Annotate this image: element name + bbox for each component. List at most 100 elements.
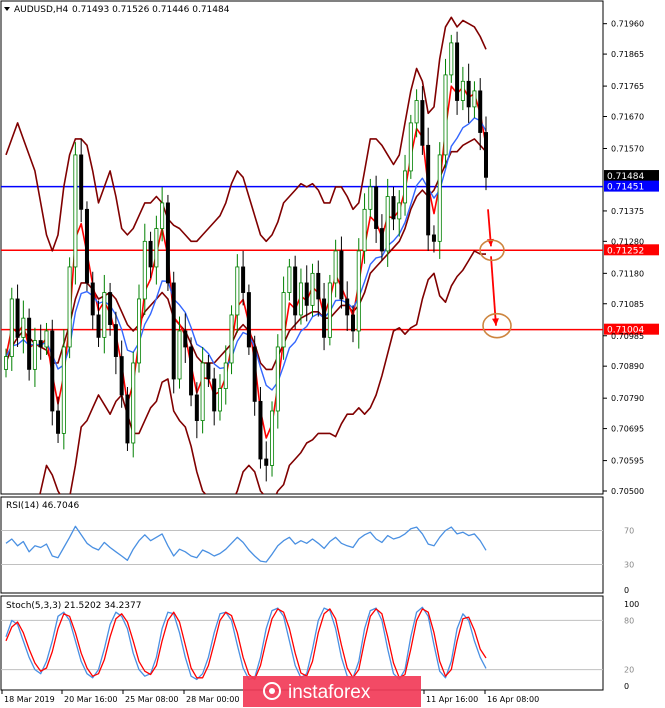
stochastic-tick-label: 80 xyxy=(624,616,634,625)
candle-body xyxy=(379,228,384,252)
candle-body xyxy=(264,458,269,466)
candle-body xyxy=(56,410,61,434)
candle-body xyxy=(374,186,379,229)
chart-header: AUDUSD,H4 0.71493 0.71526 0.71446 0.7148… xyxy=(4,5,230,15)
candle-body xyxy=(125,394,130,444)
candle-body xyxy=(50,330,55,412)
stochastic-label: Stoch(5,3,3) 21.5202 34.2377 xyxy=(6,601,141,611)
candle-body xyxy=(200,362,205,421)
time-tick-label: 25 Mar 08:00 xyxy=(125,695,178,704)
candle-body xyxy=(368,186,373,210)
rsi-axis: 70 30 0 xyxy=(624,527,634,596)
price-tick-label: 0.71960 xyxy=(611,20,644,29)
candle-body xyxy=(385,196,390,252)
candle-body xyxy=(113,324,118,357)
time-tick-label: 18 Mar 2019 xyxy=(4,695,55,704)
candle-body xyxy=(362,208,367,252)
candle-body xyxy=(32,340,37,370)
candle-body xyxy=(483,132,488,178)
price-tick-label: 0.70790 xyxy=(611,394,644,403)
candle-body xyxy=(131,362,136,444)
candle-body xyxy=(206,362,211,380)
price-tick-label: 0.71765 xyxy=(611,82,644,91)
rsi-label: RSI(14) 46.7046 xyxy=(6,501,79,511)
candle-body xyxy=(177,330,182,380)
rsi-tick-label: 0 xyxy=(624,586,629,595)
stochastic-axis: 100 80 20 0 xyxy=(624,600,639,691)
candle-body xyxy=(160,202,165,229)
candle-body xyxy=(281,292,286,348)
candle-body xyxy=(298,282,303,316)
candle-body xyxy=(108,292,113,325)
price-tag-label: 0.71252 xyxy=(607,246,644,256)
candle-body xyxy=(414,100,419,124)
candle-body xyxy=(189,346,194,396)
candle-body xyxy=(9,298,14,357)
candle-body xyxy=(431,234,436,242)
candle-body xyxy=(333,250,338,284)
candle-body xyxy=(455,42,460,101)
candle-body xyxy=(350,314,355,332)
candle-body xyxy=(15,298,20,338)
candle-body xyxy=(183,330,188,348)
candle-body xyxy=(102,292,107,338)
candle-body xyxy=(142,240,147,300)
price-tag-label: 0.71484 xyxy=(607,172,644,182)
candle-body xyxy=(449,42,454,76)
candle-body xyxy=(38,340,43,348)
candle-body xyxy=(61,346,66,434)
candle-body xyxy=(397,202,402,220)
candle-body xyxy=(241,266,246,293)
rsi-panel xyxy=(0,496,604,594)
candle-body xyxy=(137,298,142,364)
stochastic-tick-label: 100 xyxy=(624,600,639,609)
candle-body xyxy=(391,196,396,220)
candle-body xyxy=(443,74,448,156)
candle-body xyxy=(287,266,292,293)
candle-body xyxy=(426,144,431,236)
price-tick-label: 0.71280 xyxy=(611,237,644,246)
candle-body xyxy=(171,282,176,380)
candle-body xyxy=(327,282,332,338)
candle-body xyxy=(67,266,72,348)
stochastic-tick-label: 20 xyxy=(624,666,634,675)
main-overlay-layer: 0.714840.714510.712520.71004 xyxy=(604,170,659,336)
candle-body xyxy=(478,90,483,133)
price-tick-label: 0.71865 xyxy=(611,50,644,59)
candle-body xyxy=(235,266,240,316)
stochastic-tick-label: 0 xyxy=(624,682,629,691)
candle-body xyxy=(27,317,32,370)
time-tick-label: 16 Apr 08:00 xyxy=(487,695,539,704)
price-tick-label: 0.70985 xyxy=(611,332,644,341)
rsi-tick-label: 30 xyxy=(624,561,634,570)
candle-body xyxy=(293,266,298,316)
candle-body xyxy=(466,80,471,108)
candle-body xyxy=(217,388,222,412)
price-tick-label: 0.71570 xyxy=(611,145,644,154)
candle-body xyxy=(154,228,159,268)
instaforex-watermark: instaforex xyxy=(243,676,421,707)
candle-body xyxy=(73,154,78,268)
price-tick-label: 0.70890 xyxy=(611,362,644,371)
instaforex-logo-dot-icon xyxy=(269,688,275,694)
trading-chart: 0.714840.714510.712520.71004 0.719600.71… xyxy=(0,0,659,707)
candle-body xyxy=(223,362,228,389)
candle-body xyxy=(84,208,89,284)
candle-body xyxy=(119,356,124,396)
candle-body xyxy=(472,90,477,108)
price-tick-label: 0.71375 xyxy=(611,207,644,216)
price-tag-label: 0.71451 xyxy=(607,183,644,193)
candle-body xyxy=(258,400,263,460)
candle-body xyxy=(79,154,84,210)
candle-body xyxy=(304,282,309,306)
candle-body xyxy=(246,292,251,348)
candle-body xyxy=(356,250,361,332)
price-tick-label: 0.71085 xyxy=(611,300,644,309)
main-price-panel xyxy=(0,0,604,495)
price-tick-label: 0.70695 xyxy=(611,425,644,434)
time-tick-label: 11 Apr 16:00 xyxy=(426,695,478,704)
candle-body xyxy=(460,80,465,101)
candle-body xyxy=(148,240,153,268)
price-axis: 0.71960 0.71865 0.71765 0.71670 0.71570 0.713… xyxy=(603,20,644,496)
watermark-text: instaforex xyxy=(288,682,371,703)
